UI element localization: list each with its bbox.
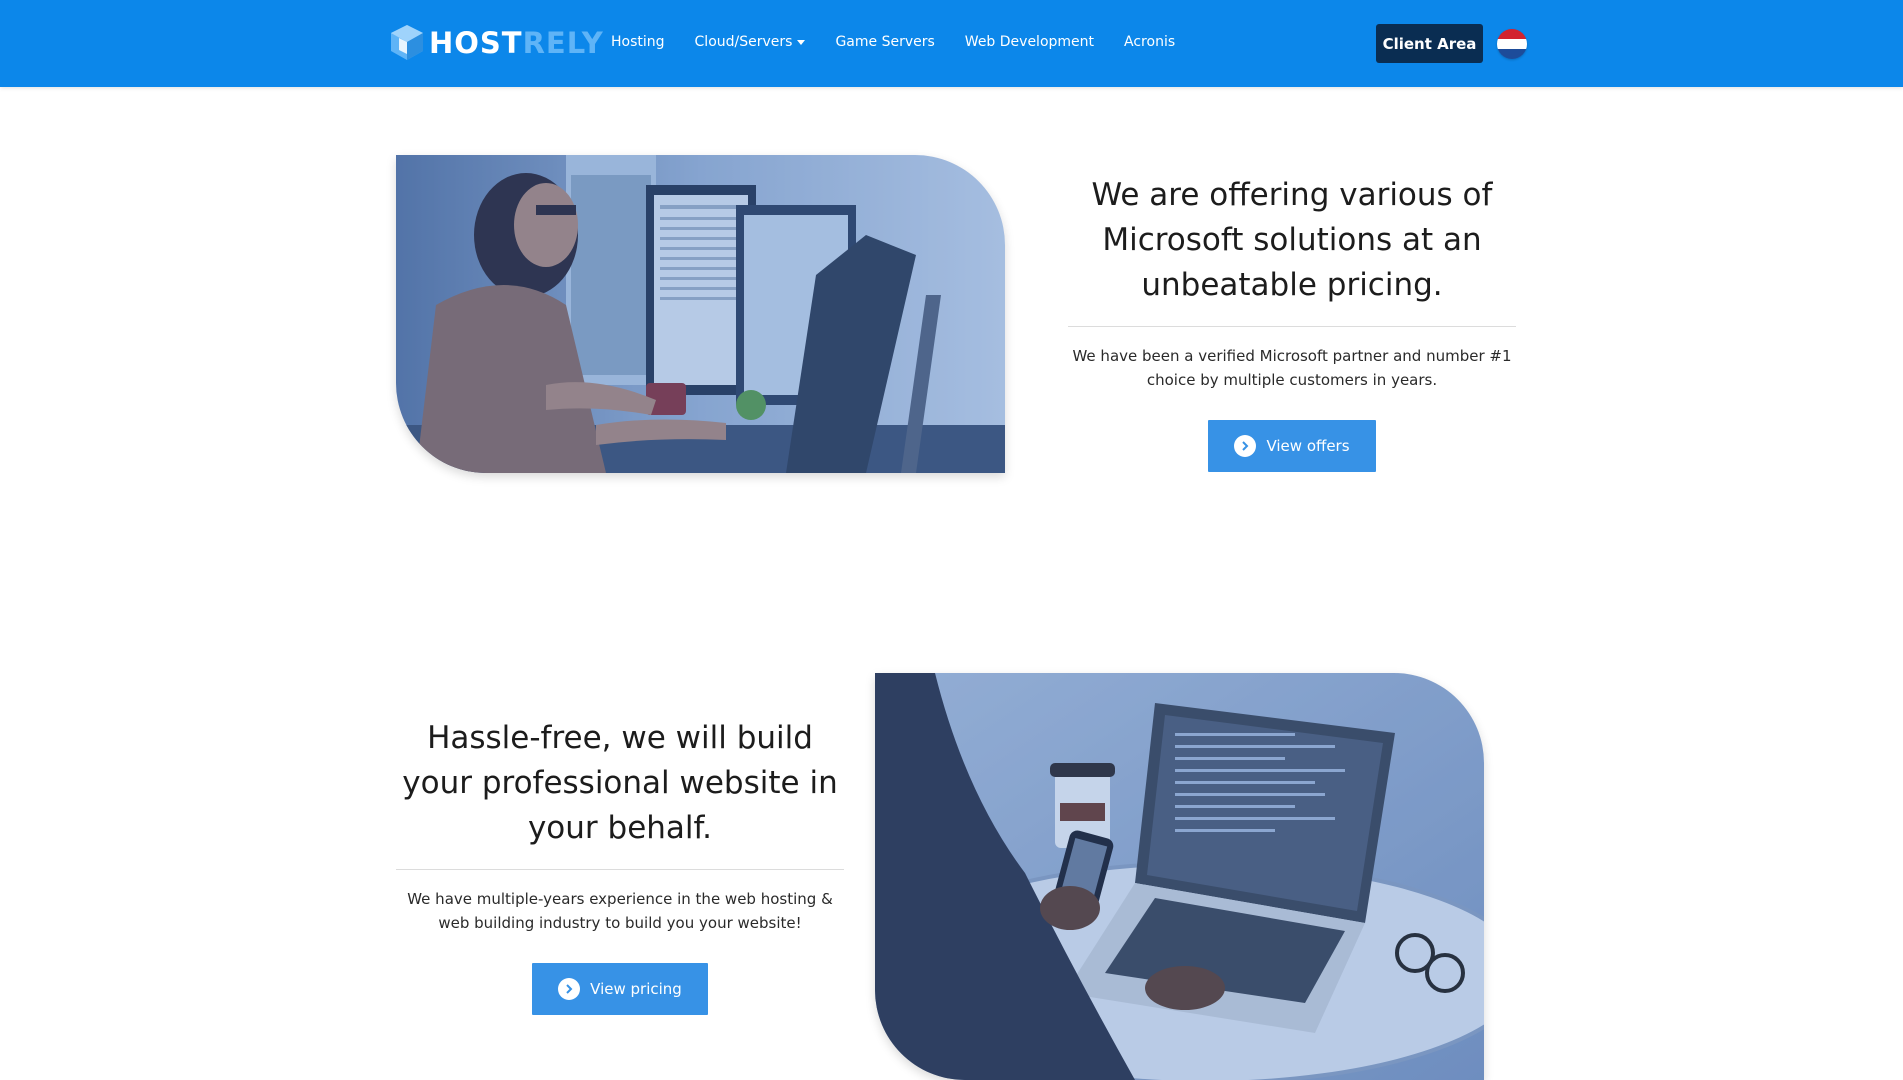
nav-game-servers[interactable]: Game Servers — [835, 30, 934, 54]
section1-description: We have been a verified Microsoft partne… — [1072, 347, 1512, 389]
woman-working-at-computer-photo — [396, 155, 1005, 473]
caret-down-icon — [797, 39, 806, 45]
chevron-right-circle-icon — [558, 978, 581, 1000]
brand-logo[interactable]: HOSTRELY — [389, 23, 604, 63]
view-offers-button[interactable]: View offers — [1208, 420, 1376, 472]
section1-text: We are offering various of Microsoft sol… — [1068, 173, 1516, 472]
brand-name: HOSTRELY — [429, 26, 604, 60]
section2-text: Hassle-free, we will build your professi… — [396, 716, 844, 1015]
main-nav: Hosting Cloud/Servers Game Servers Web D… — [611, 30, 1205, 54]
laptop-and-phone-coding-photo — [875, 673, 1484, 1080]
cube-logo-icon — [391, 25, 423, 60]
view-offers-label: View offers — [1266, 437, 1350, 455]
nav-acronis[interactable]: Acronis — [1124, 30, 1175, 54]
view-pricing-button[interactable]: View pricing — [532, 963, 708, 1015]
nav-web-development[interactable]: Web Development — [965, 30, 1094, 54]
section1-divider — [1068, 326, 1516, 327]
section2-divider — [396, 869, 844, 870]
section2-description: We have multiple-years experience in the… — [407, 890, 833, 932]
nav-cloud-servers-label: Cloud/Servers — [694, 34, 793, 50]
nav-cloud-servers[interactable]: Cloud/Servers — [695, 30, 806, 54]
chevron-right-circle-icon — [1234, 435, 1257, 457]
top-navbar: HOSTRELY Hosting Cloud/Servers Game Serv… — [0, 0, 1903, 87]
nav-hosting[interactable]: Hosting — [611, 30, 665, 54]
section2-headline: Hassle-free, we will build your professi… — [402, 720, 838, 846]
view-pricing-label: View pricing — [590, 980, 682, 998]
flag-netherlands-icon[interactable] — [1497, 29, 1527, 59]
section1-headline: We are offering various of Microsoft sol… — [1091, 177, 1493, 303]
client-area-button[interactable]: Client Area — [1376, 24, 1483, 63]
